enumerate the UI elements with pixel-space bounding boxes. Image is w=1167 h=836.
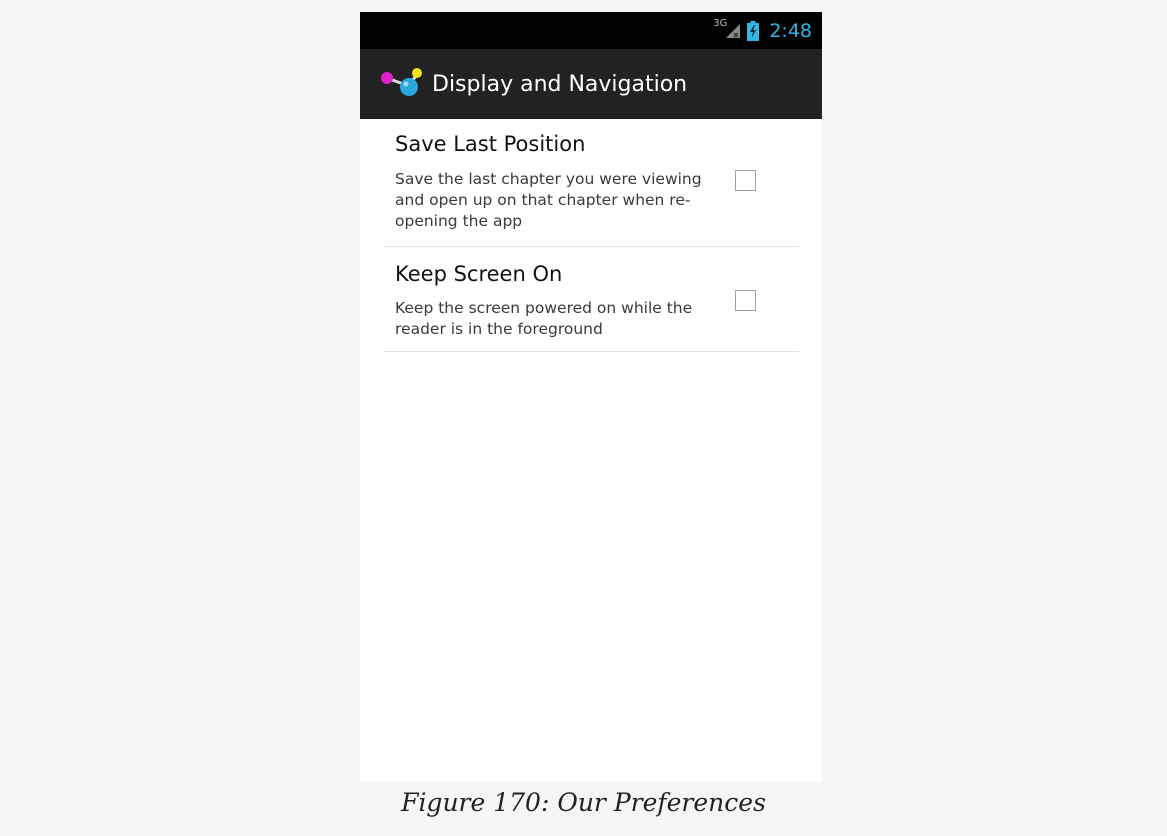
phone-screen: 3G 2:48 Display and Navigation Save Last…: [360, 12, 822, 782]
action-bar: Display and Navigation: [360, 49, 822, 119]
preference-title: Save Last Position: [395, 132, 586, 156]
battery-charging-icon: [747, 20, 760, 41]
preference-summary: Keep the screen powered on while the rea…: [395, 299, 693, 338]
network-type-label: 3G: [713, 18, 728, 29]
app-molecule-icon[interactable]: [378, 64, 426, 104]
figure-caption: Figure 170: Our Preferences: [401, 788, 766, 817]
status-bar: 3G 2:48: [360, 12, 822, 49]
status-clock: 2:48: [769, 19, 812, 42]
preference-title: Keep Screen On: [395, 262, 563, 286]
preference-save-last-position[interactable]: Save Last Position Save the last chapter…: [383, 119, 799, 247]
action-bar-title: Display and Navigation: [432, 71, 688, 97]
save-last-position-checkbox[interactable]: [735, 170, 756, 191]
keep-screen-on-checkbox[interactable]: [735, 290, 756, 311]
preferences-list: Save Last Position Save the last chapter…: [360, 119, 822, 352]
signal-icon: [725, 23, 741, 39]
preference-summary: Save the last chapter you were viewing a…: [395, 170, 702, 230]
status-icons: 3G 2:48: [713, 12, 812, 49]
preference-keep-screen-on[interactable]: Keep Screen On Keep the screen powered o…: [383, 247, 799, 352]
